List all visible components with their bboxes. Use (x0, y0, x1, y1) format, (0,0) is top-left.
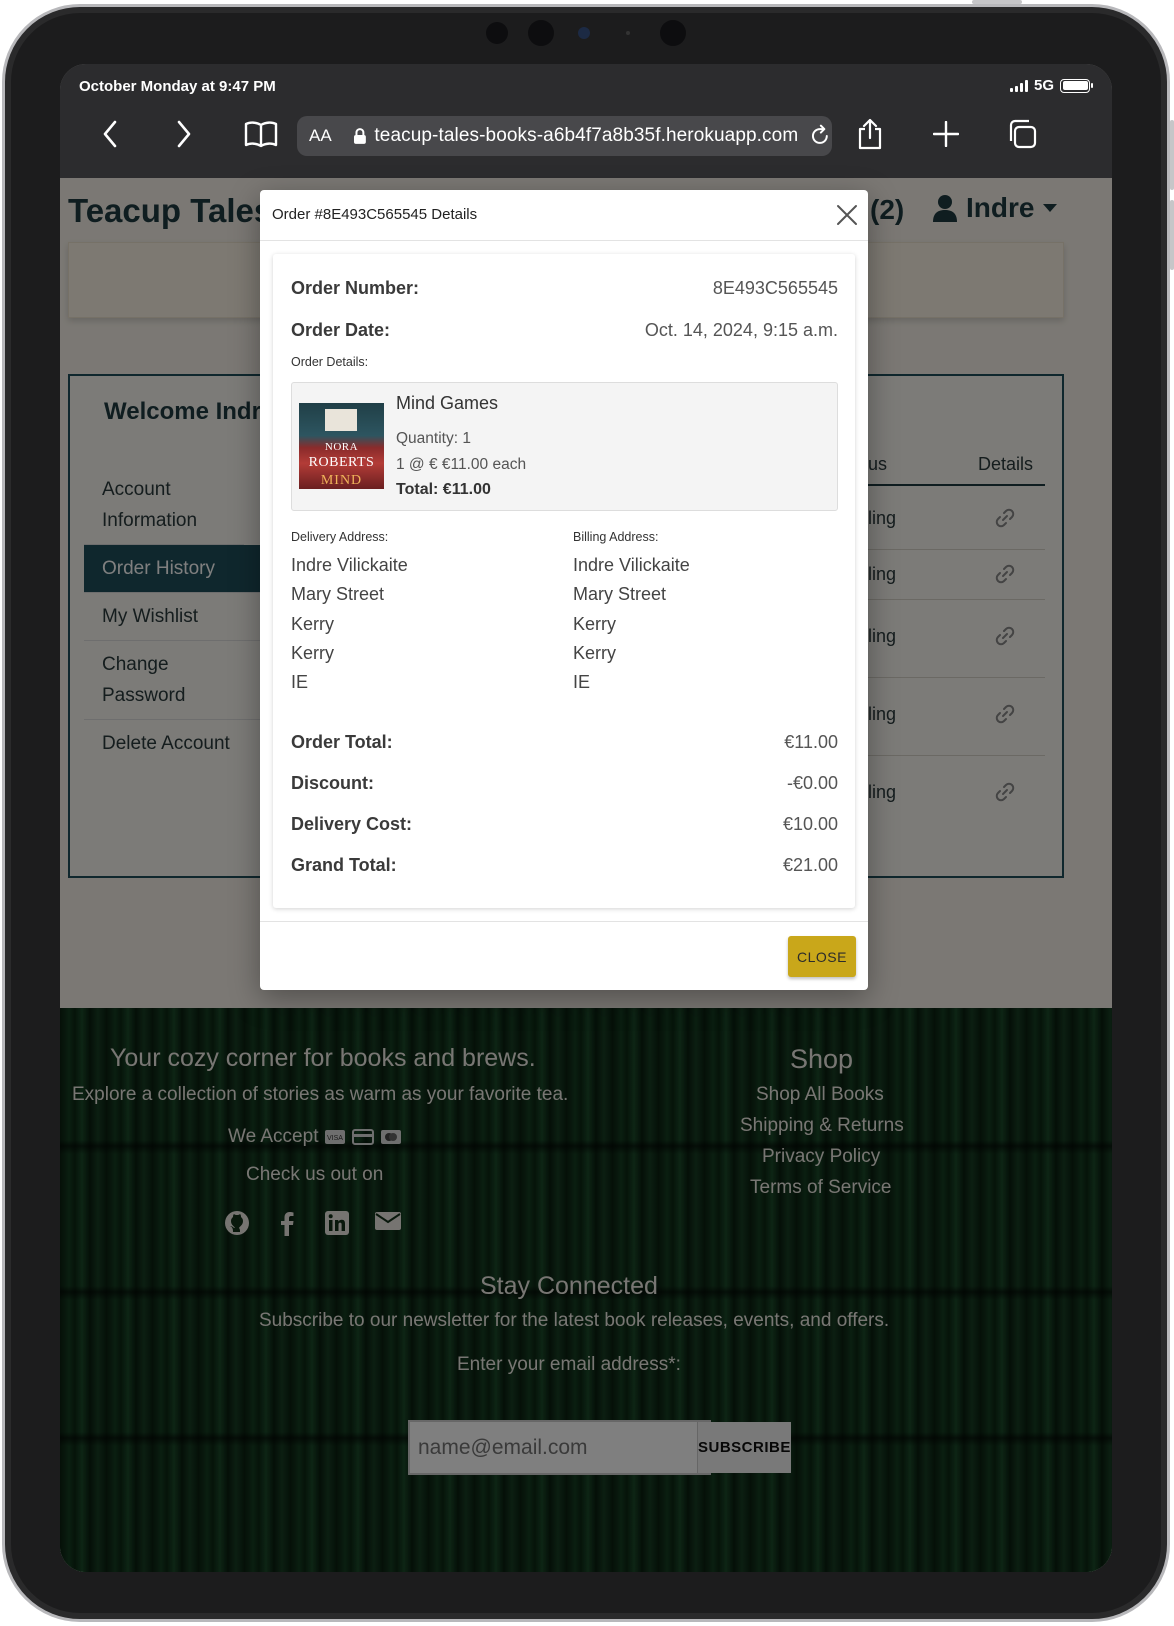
top-button (972, 0, 1022, 4)
order-total-label: Order Total: (291, 732, 393, 752)
delivery-cost-row: Delivery Cost: €10.00 (291, 814, 838, 835)
item-price: 1 @ € €11.00 each (396, 456, 527, 473)
url-text: teacup-tales-books-a6b4f7a8b35f.herokuap… (374, 125, 799, 146)
order-number-label: Order Number: (291, 278, 420, 298)
billing-county: Kerry (573, 642, 617, 663)
lock-icon (353, 128, 366, 144)
front-flash (626, 31, 630, 35)
modal-title: Order #8E493C565545 Details (272, 206, 478, 223)
order-date-label: Order Date: (291, 320, 391, 340)
text-size-button[interactable]: AA (309, 126, 349, 146)
cover-author-last: ROBERTS (308, 455, 375, 470)
item-total: Total: €11.00 (396, 481, 491, 498)
grand-total-value: €21.00 (782, 855, 838, 875)
delivery-street: Mary Street (291, 584, 385, 605)
address-bar[interactable]: AA teacup-tales-books-a6b4f7a8b35f.herok… (297, 116, 832, 156)
order-number-row: Order Number: 8E493C565545 (291, 278, 838, 299)
battery-icon (1060, 78, 1093, 93)
delivery-cost-label: Delivery Cost: (291, 814, 413, 834)
delivery-cost-value: €10.00 (782, 814, 838, 834)
tabs-overview-icon[interactable] (1004, 116, 1040, 152)
share-icon[interactable] (852, 116, 888, 152)
order-number-value: 8E493C565545 (712, 278, 838, 298)
front-lens (578, 27, 590, 39)
close-button[interactable]: CLOSE (788, 936, 856, 977)
delivery-name: Indre Vilickaite (291, 555, 408, 575)
screen: October Monday at 9:47 PM 5G AA teacup-t… (60, 64, 1112, 1572)
status-indicators: 5G (1009, 77, 1093, 94)
delivery-address: Delivery Address: Indre Vilickaite Mary … (291, 530, 541, 697)
order-details-modal: Order #8E493C565545 Details Order Number… (260, 190, 868, 990)
billing-country: IE (573, 672, 591, 693)
grand-total-label: Grand Total: (291, 855, 397, 875)
front-camera (486, 22, 508, 44)
billing-address-label: Billing Address: (573, 530, 659, 544)
tablet-device: October Monday at 9:47 PM 5G AA teacup-t… (0, 0, 1174, 1626)
delivery-country: IE (291, 672, 309, 693)
grand-total-row: Grand Total: €21.00 (291, 855, 838, 876)
delivery-address-label: Delivery Address: (291, 530, 389, 544)
cover-title: MIND (320, 473, 363, 488)
billing-town: Kerry (573, 613, 617, 634)
discount-row: Discount: -€0.00 (291, 773, 838, 794)
status-time: October Monday at 9:47 PM (79, 78, 276, 95)
face-sensor (660, 20, 686, 46)
order-total-row: Order Total: €11.00 (291, 732, 838, 753)
volume-up-button (1170, 120, 1174, 190)
order-total-value: €11.00 (784, 732, 838, 752)
item-quantity: Quantity: 1 (396, 430, 471, 447)
modal-footer: CLOSE (260, 921, 868, 990)
line-item: NORA ROBERTS MIND Mind Games Quantity: 1… (291, 382, 838, 511)
billing-address: Billing Address: Indre Vilickaite Mary S… (573, 530, 823, 697)
cover-author-first: NORA (324, 441, 359, 453)
forward-icon[interactable] (166, 116, 202, 152)
discount-label: Discount: (291, 773, 374, 793)
item-title: Mind Games (396, 393, 499, 413)
order-date-row: Order Date: Oct. 14, 2024, 9:15 a.m. (291, 320, 838, 341)
bookmarks-icon[interactable] (240, 116, 282, 152)
new-tab-icon[interactable] (928, 116, 964, 152)
order-date-value: Oct. 14, 2024, 9:15 a.m. (644, 320, 838, 340)
order-summary-card: Order Number: 8E493C565545 Order Date: O… (273, 254, 855, 908)
billing-street: Mary Street (573, 584, 667, 605)
modal-header: Order #8E493C565545 Details (260, 190, 868, 241)
reload-icon[interactable] (808, 124, 832, 148)
network-label: 5G (1033, 77, 1054, 94)
signal-icon (1009, 79, 1028, 92)
back-icon[interactable] (92, 116, 128, 152)
safari-toolbar: October Monday at 9:47 PM 5G AA teacup-t… (60, 64, 1112, 178)
billing-name: Indre Vilickaite (573, 555, 690, 575)
volume-down-button (1170, 200, 1174, 270)
close-icon[interactable] (834, 202, 860, 228)
discount-value: -€0.00 (786, 773, 838, 793)
front-sensor (528, 20, 554, 46)
order-details-label: Order Details: (291, 355, 369, 369)
delivery-town: Kerry (291, 613, 335, 634)
book-cover-image: NORA ROBERTS MIND (299, 403, 384, 489)
delivery-county: Kerry (291, 642, 335, 663)
